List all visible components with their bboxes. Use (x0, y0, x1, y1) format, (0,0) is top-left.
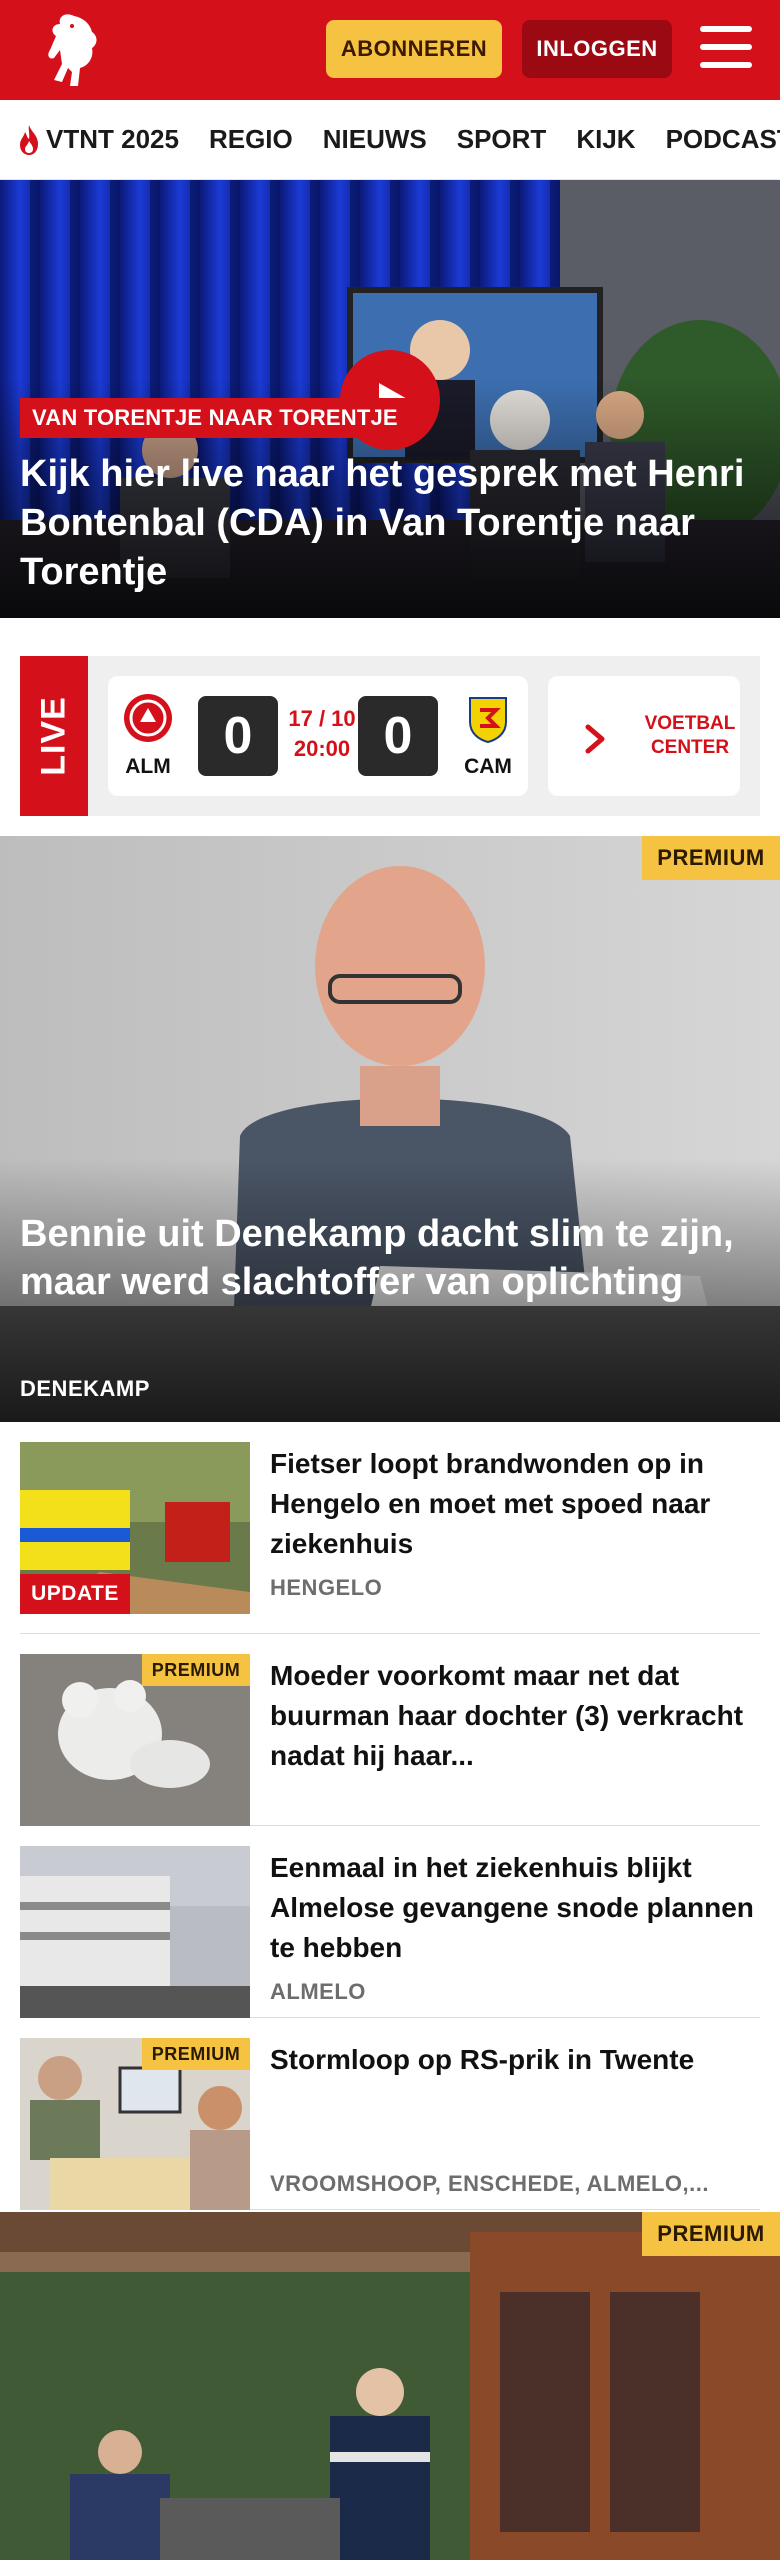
almere-crest-icon (124, 694, 172, 742)
list-item[interactable]: Eenmaal in het ziekenhuis blijkt Almelos… (20, 1826, 760, 2018)
article-list: UPDATE Fietser loopt brandwonden op in H… (20, 1442, 760, 2210)
hospital-image (20, 1846, 250, 2018)
list-item[interactable]: PREMIUM Moeder voorkomt maar net dat buu… (20, 1634, 760, 1826)
away-team-abbr: CAM (464, 755, 512, 778)
live-label: LIVE (20, 656, 88, 816)
bottom-feature-article[interactable]: PREMIUM (0, 2212, 780, 2560)
flame-icon (20, 124, 38, 155)
hero-title[interactable]: Kijk hier live naar het gesprek met Henr… (20, 450, 760, 597)
match-time: 17 / 10 20:00 (286, 704, 358, 764)
feature-location: DENEKAMP (20, 1376, 150, 1401)
chevron-right-icon[interactable] (580, 724, 610, 754)
live-text: LIVE (34, 696, 73, 776)
article-location: VROOMSHOOP, ENSCHEDE, ALMELO,... (270, 2171, 709, 2196)
feature-title[interactable]: Bennie uit Denekamp dacht slim te zijn, … (20, 1210, 740, 1306)
premium-badge: PREMIUM (142, 2038, 250, 2070)
article-title[interactable]: Moeder voorkomt maar net dat buurman haa… (270, 1656, 760, 1776)
premium-badge: PREMIUM (142, 1654, 250, 1686)
nav-item-vtnt[interactable]: VTNT 2025 (16, 124, 179, 156)
main-nav: VTNT 2025 REGIO NIEUWS SPORT KIJK PODCAS… (0, 100, 780, 180)
menu-icon[interactable] (700, 26, 752, 70)
list-item[interactable]: UPDATE Fietser loopt brandwonden op in H… (20, 1442, 760, 1634)
match-card[interactable]: ALM 0 17 / 10 20:00 0 CAM (108, 676, 528, 796)
feature-article[interactable]: PREMIUM Bennie uit Denekamp dacht slim t… (0, 836, 780, 1422)
nav-item-kijk[interactable]: KIJK (576, 124, 635, 155)
tubantia-horse-logo[interactable] (36, 10, 108, 90)
hero-tag: VAN TORENTJE NAAR TORENTJE (20, 398, 410, 438)
list-item[interactable]: PREMIUM Stormloop op RS-prik in Twente V… (20, 2018, 760, 2210)
hero-article[interactable]: VAN TORENTJE NAAR TORENTJE Kijk hier liv… (0, 180, 780, 618)
article-title[interactable]: Fietser loopt brandwonden op in Hengelo … (270, 1444, 760, 1564)
home-team: ALM (118, 692, 178, 779)
garden-image (0, 2212, 780, 2560)
voetbalcenter-line2: CENTER (650, 737, 730, 758)
nav-item-nieuws[interactable]: NIEUWS (323, 124, 427, 155)
voetbalcenter-link[interactable]: VOETBAL CENTER (640, 676, 740, 796)
away-team: CAM (458, 692, 518, 779)
premium-badge: PREMIUM (642, 836, 780, 880)
article-thumbnail (20, 1846, 250, 2018)
premium-badge: PREMIUM (642, 2212, 780, 2256)
article-location: HENGELO (270, 1575, 383, 1600)
away-score: 0 (358, 696, 438, 776)
article-title[interactable]: Stormloop op RS-prik in Twente (270, 2040, 760, 2080)
nav-item-podcast[interactable]: PODCAST (666, 124, 780, 155)
match-date: 17 / 10 (288, 706, 356, 731)
article-thumbnail: PREMIUM (20, 2038, 250, 2210)
cambuur-crest-icon (469, 697, 507, 744)
subscribe-button[interactable]: ABONNEREN (326, 20, 502, 78)
nav-item-sport[interactable]: SPORT (457, 124, 547, 155)
login-button[interactable]: INLOGGEN (522, 20, 672, 78)
match-kickoff: 20:00 (293, 736, 351, 761)
article-location: ALMELO (270, 1979, 366, 2004)
update-badge: UPDATE (20, 1574, 130, 1614)
nav-item-regio[interactable]: REGIO (209, 124, 293, 155)
nav-label: VTNT 2025 (46, 124, 179, 154)
home-score: 0 (198, 696, 278, 776)
voetbalcenter-line1: VOETBAL (644, 713, 736, 734)
article-thumbnail: UPDATE (20, 1442, 250, 1614)
article-thumbnail: PREMIUM (20, 1654, 250, 1826)
live-scores-widget: LIVE ALM 0 17 / 10 20:00 0 CAM VOETBAL C… (20, 656, 760, 816)
article-title[interactable]: Eenmaal in het ziekenhuis blijkt Almelos… (270, 1848, 760, 1968)
feature-image (0, 836, 780, 1422)
home-team-abbr: ALM (125, 755, 171, 778)
top-bar: ABONNEREN INLOGGEN (0, 0, 780, 100)
